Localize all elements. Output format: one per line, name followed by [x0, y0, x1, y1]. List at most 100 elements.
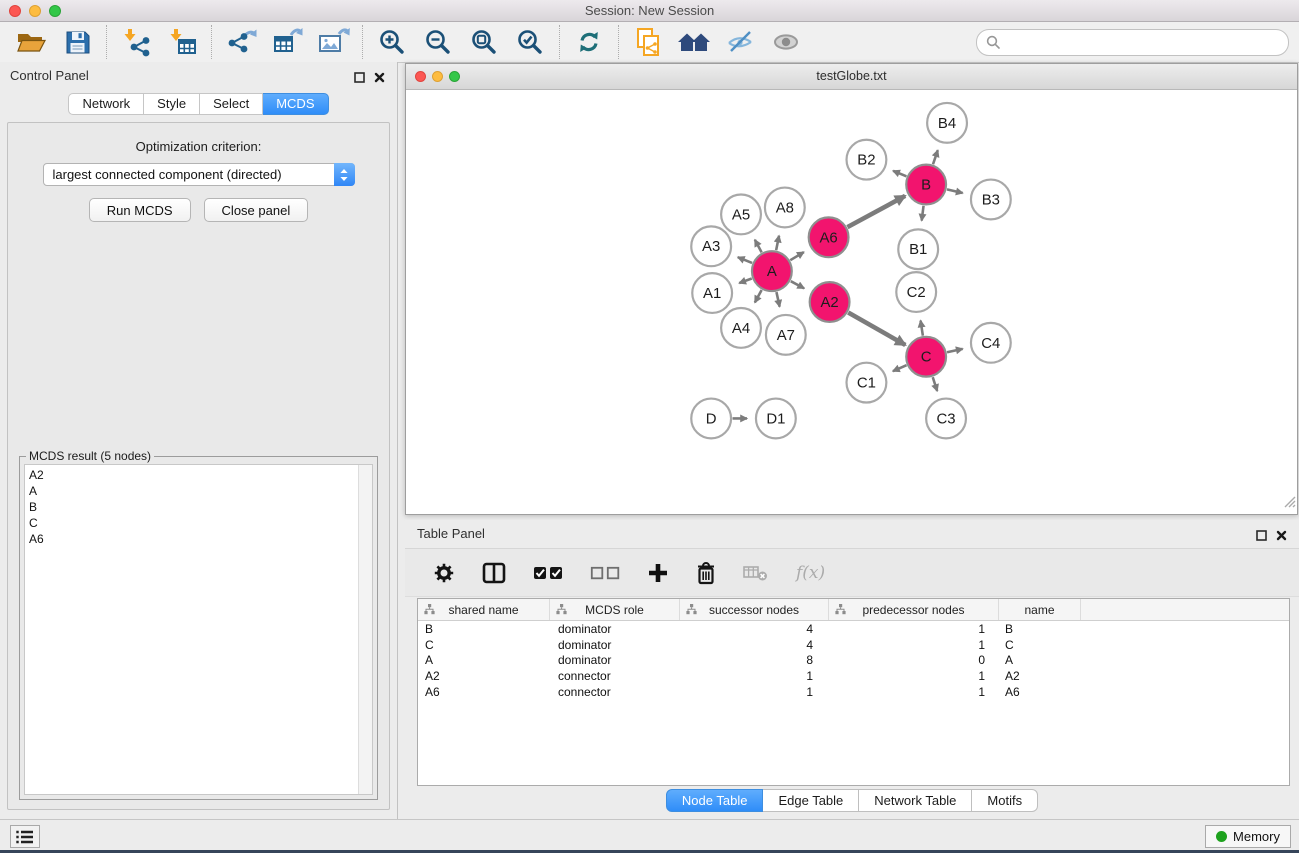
delete-entry-button[interactable]: [696, 561, 716, 585]
mcds-result-item[interactable]: C: [25, 515, 372, 531]
zoom-selected-button[interactable]: [512, 26, 548, 58]
graph-node-C[interactable]: C: [906, 337, 946, 377]
cell-name[interactable]: A6: [999, 685, 1081, 699]
cell-mcds-role[interactable]: connector: [550, 669, 680, 683]
deselect-all-button[interactable]: [590, 565, 620, 581]
table-row[interactable]: Adominator80A: [418, 653, 1289, 669]
tab-node-table[interactable]: Node Table: [666, 789, 764, 812]
graph-node-B1[interactable]: B1: [898, 229, 938, 269]
export-table-button[interactable]: [269, 26, 305, 58]
graph-edge-A2-C[interactable]: [848, 313, 905, 345]
copy-network-document-button[interactable]: [630, 26, 666, 58]
hide-selected-button[interactable]: [722, 26, 758, 58]
cell-predecessor-nodes[interactable]: 1: [829, 622, 999, 636]
column-header-name[interactable]: name: [999, 599, 1081, 620]
cell-shared-name[interactable]: A6: [418, 685, 550, 699]
tab-mcds[interactable]: MCDS: [263, 93, 328, 115]
graph-edge-A6-B[interactable]: [847, 196, 905, 227]
graph-edge-A-A8[interactable]: [776, 236, 779, 250]
cell-name[interactable]: C: [999, 638, 1081, 652]
graph-node-A[interactable]: A: [752, 251, 792, 291]
graph-node-D1[interactable]: D1: [756, 399, 796, 439]
cell-successor-nodes[interactable]: 1: [680, 685, 829, 699]
graph-node-A8[interactable]: A8: [765, 188, 805, 228]
graph-node-A3[interactable]: A3: [691, 226, 731, 266]
cell-predecessor-nodes[interactable]: 0: [829, 653, 999, 667]
cell-successor-nodes[interactable]: 1: [680, 669, 829, 683]
list-scrollbar[interactable]: [358, 465, 372, 794]
show-columns-button[interactable]: [482, 562, 506, 584]
zoom-in-button[interactable]: [374, 26, 410, 58]
tab-motifs[interactable]: Motifs: [972, 789, 1038, 812]
tab-network-table[interactable]: Network Table: [859, 789, 972, 812]
graph-edge-C-C2[interactable]: [921, 321, 923, 336]
mcds-result-item[interactable]: A2: [25, 467, 372, 483]
graph-node-A1[interactable]: A1: [692, 273, 732, 313]
cell-successor-nodes[interactable]: 8: [680, 653, 829, 667]
cell-successor-nodes[interactable]: 4: [680, 638, 829, 652]
save-session-button[interactable]: [59, 26, 95, 58]
graph-node-D[interactable]: D: [691, 399, 731, 439]
graph-node-B3[interactable]: B3: [971, 180, 1011, 220]
float-table-panel-icon[interactable]: [1256, 528, 1267, 546]
cell-successor-nodes[interactable]: 4: [680, 622, 829, 636]
cell-predecessor-nodes[interactable]: 1: [829, 669, 999, 683]
table-row[interactable]: Bdominator41B: [418, 621, 1289, 637]
cell-shared-name[interactable]: A: [418, 653, 550, 667]
graph-node-C3[interactable]: C3: [926, 399, 966, 439]
graph-edge-B-B4[interactable]: [933, 150, 938, 164]
graph-edge-B-B1[interactable]: [922, 206, 924, 221]
cell-name[interactable]: A: [999, 653, 1081, 667]
graph-node-B4[interactable]: B4: [927, 103, 967, 143]
cell-mcds-role[interactable]: dominator: [550, 638, 680, 652]
graph-edge-A-A6[interactable]: [790, 252, 804, 260]
zoom-fit-button[interactable]: [466, 26, 502, 58]
table-row[interactable]: A2connector11A2: [418, 668, 1289, 684]
table-row[interactable]: A6connector11A6: [418, 684, 1289, 700]
graph-edge-C-C3[interactable]: [933, 377, 937, 391]
graph-edge-C-C1[interactable]: [893, 365, 907, 371]
add-entry-button[interactable]: [647, 562, 669, 584]
cell-shared-name[interactable]: C: [418, 638, 550, 652]
cell-shared-name[interactable]: A2: [418, 669, 550, 683]
graph-edge-A-A4[interactable]: [755, 290, 762, 303]
mcds-result-list[interactable]: A2ABCA6: [24, 464, 373, 795]
home-layout-button[interactable]: [676, 26, 712, 58]
graph-node-B[interactable]: B: [906, 165, 946, 205]
graph-node-C1[interactable]: C1: [847, 363, 887, 403]
graph-node-A2[interactable]: A2: [810, 282, 850, 322]
import-network-button[interactable]: [118, 26, 154, 58]
graph-edge-B-B3[interactable]: [947, 189, 963, 193]
close-panel-icon[interactable]: [374, 70, 385, 88]
refresh-view-button[interactable]: [571, 26, 607, 58]
cell-predecessor-nodes[interactable]: 1: [829, 638, 999, 652]
column-header-successor-nodes[interactable]: successor nodes: [680, 599, 829, 620]
network-window-titlebar[interactable]: testGlobe.txt: [406, 64, 1297, 90]
node-table[interactable]: shared nameMCDS rolesuccessor nodesprede…: [417, 598, 1290, 786]
resize-grip-icon[interactable]: [1282, 494, 1296, 513]
graph-edge-B-B2[interactable]: [893, 171, 906, 176]
zoom-out-button[interactable]: [420, 26, 456, 58]
column-header-mcds-role[interactable]: MCDS role: [550, 599, 680, 620]
column-header-shared-name[interactable]: shared name: [418, 599, 550, 620]
search-input[interactable]: [1006, 34, 1279, 51]
criterion-dropdown[interactable]: largest connected component (directed): [43, 163, 355, 186]
cell-shared-name[interactable]: B: [418, 622, 550, 636]
graph-node-B2[interactable]: B2: [847, 140, 887, 180]
select-all-button[interactable]: [533, 565, 563, 581]
graph-edge-C-C4[interactable]: [947, 349, 963, 352]
column-header-predecessor-nodes[interactable]: predecessor nodes: [829, 599, 999, 620]
graph-edge-A-A1[interactable]: [739, 279, 752, 284]
tab-select[interactable]: Select: [200, 93, 263, 115]
graph-node-A7[interactable]: A7: [766, 315, 806, 355]
graph-edge-A-A3[interactable]: [738, 257, 752, 263]
float-panel-icon[interactable]: [354, 70, 365, 88]
graph-node-C4[interactable]: C4: [971, 323, 1011, 363]
graph-edge-A-A7[interactable]: [776, 292, 779, 307]
graph-edge-A-A5[interactable]: [755, 240, 762, 253]
show-all-button[interactable]: [768, 26, 804, 58]
memory-button[interactable]: Memory: [1205, 825, 1291, 848]
import-table-button[interactable]: [164, 26, 200, 58]
mcds-result-item[interactable]: B: [25, 499, 372, 515]
cell-name[interactable]: A2: [999, 669, 1081, 683]
